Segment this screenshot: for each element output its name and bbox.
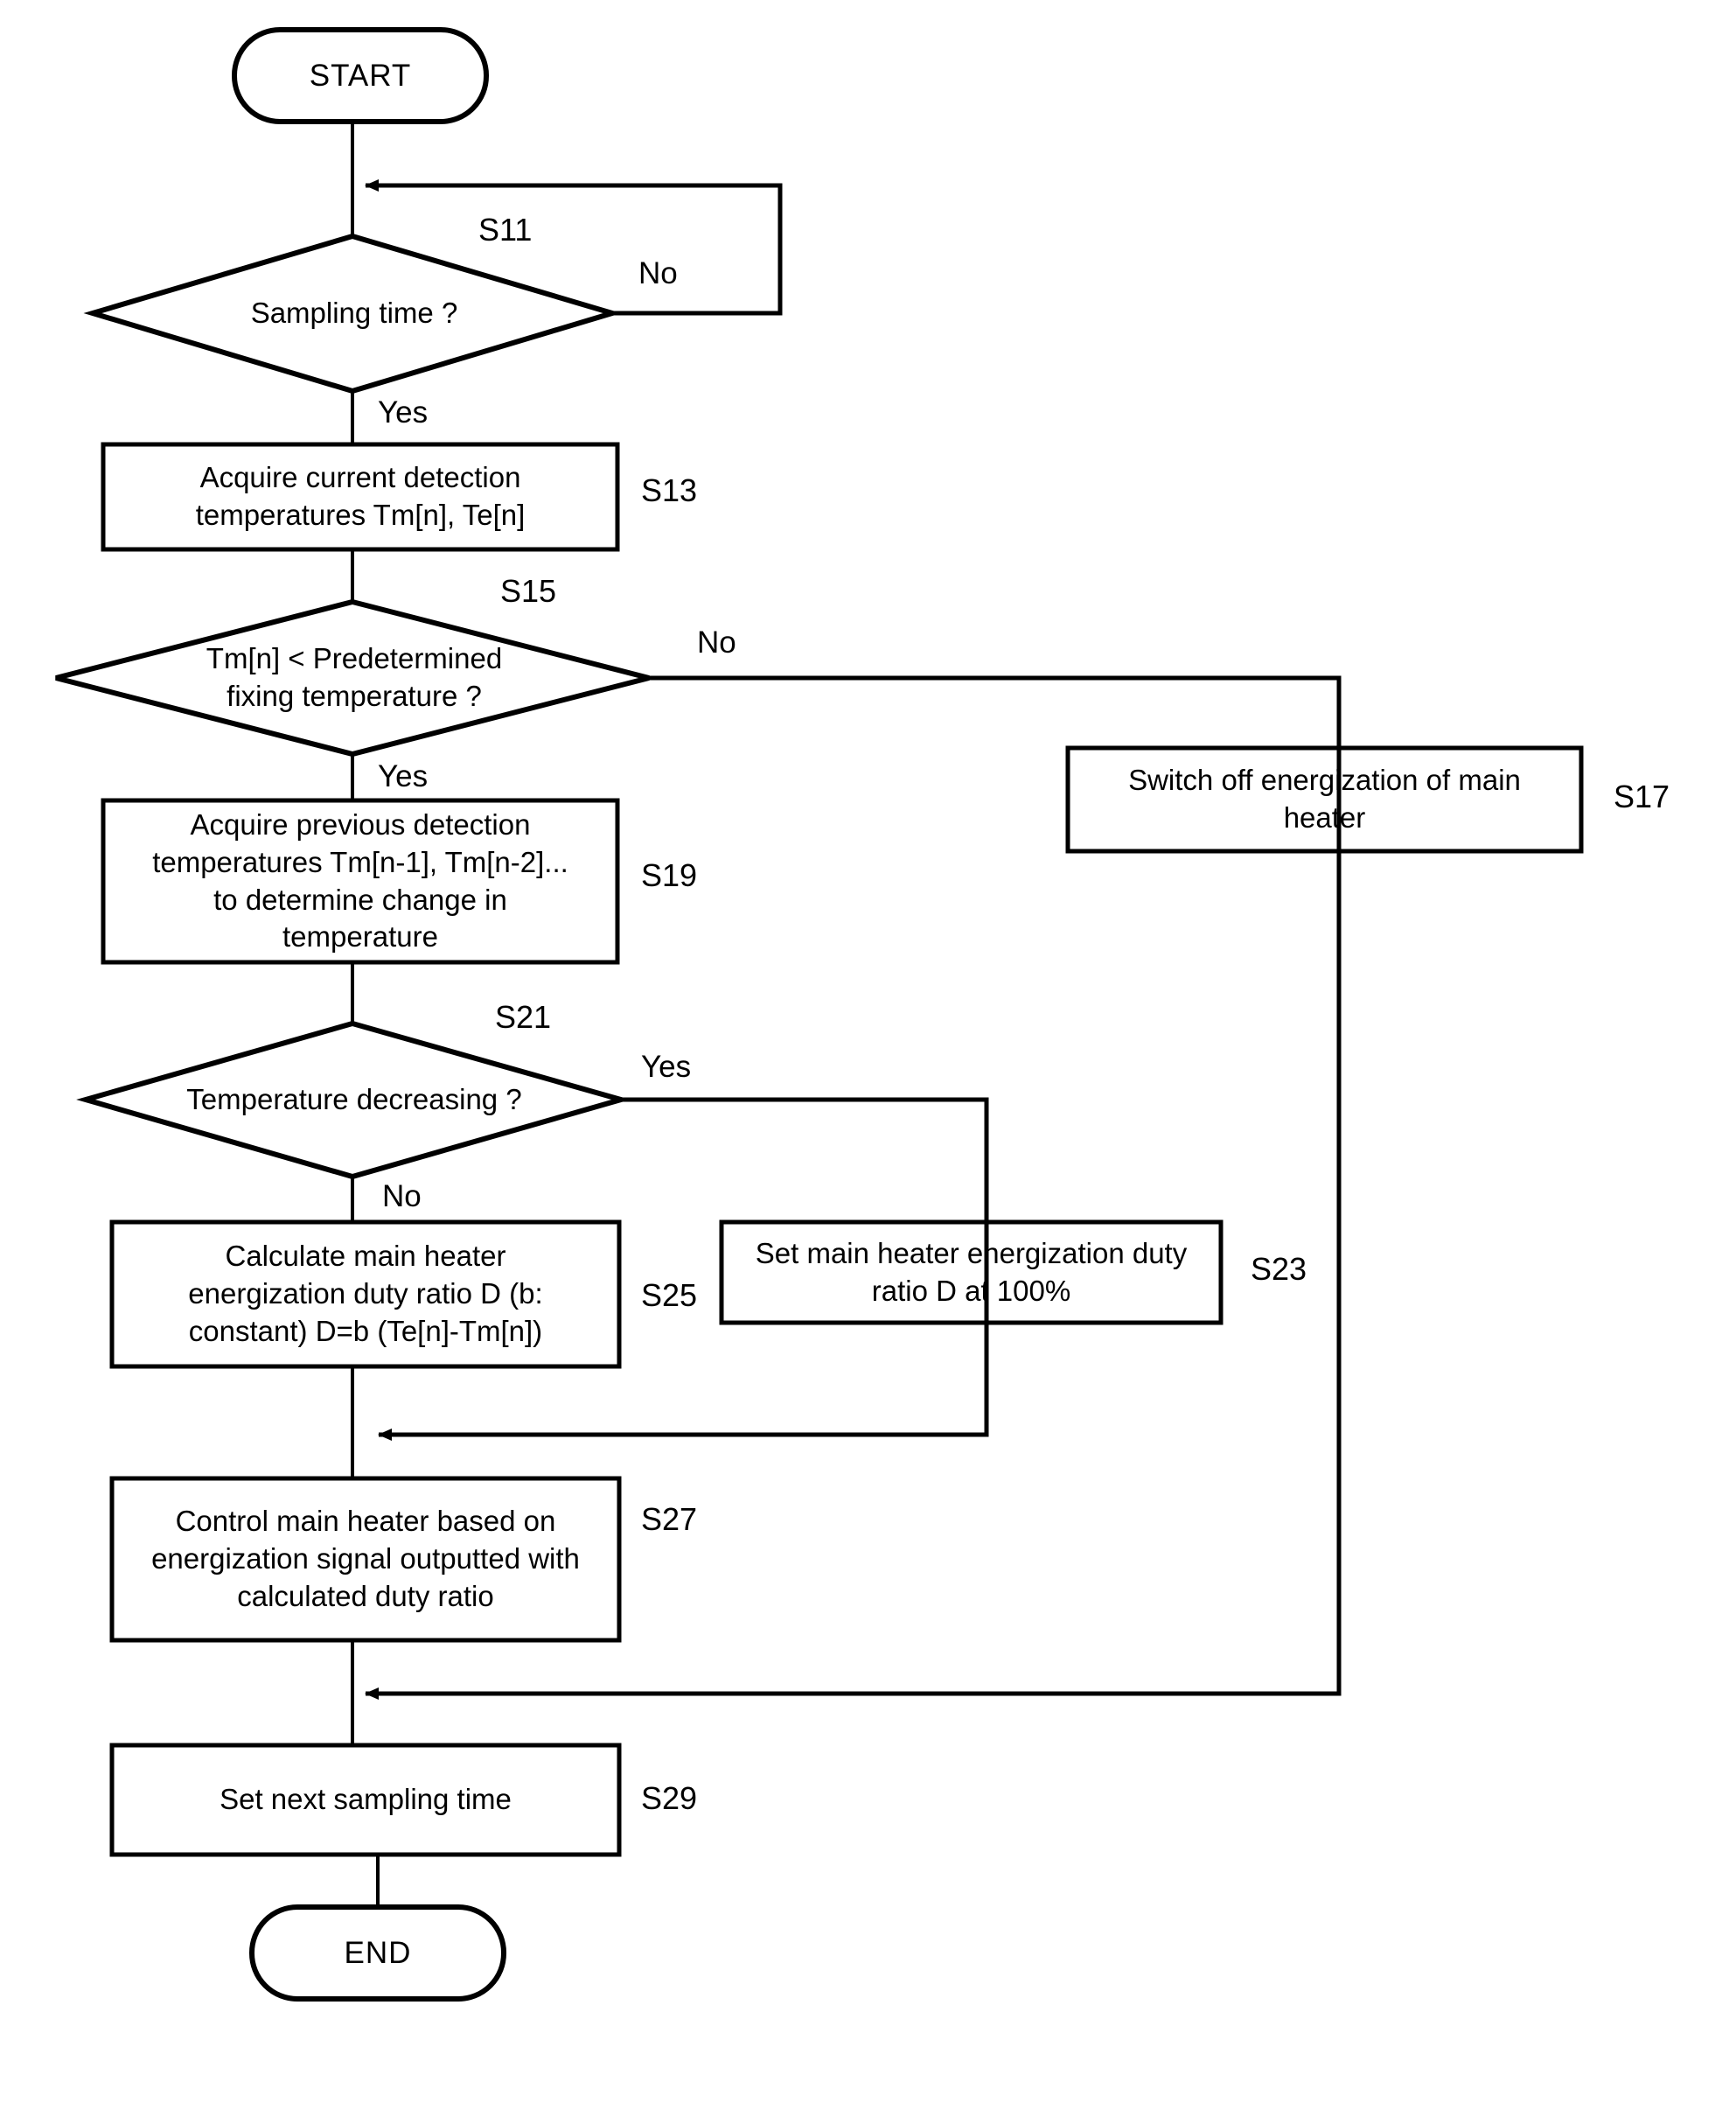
s17-process-shape: [1065, 745, 1584, 854]
s21-decision-shape: [76, 1020, 631, 1180]
s15-decision-shape: [55, 598, 650, 758]
s11-decision-shape: [83, 233, 622, 395]
s19-process-shape: [101, 798, 620, 965]
start-terminator-shape: [232, 27, 489, 124]
step-label-s27: S27: [641, 1501, 698, 1537]
s23-process-shape: [719, 1219, 1224, 1325]
edge-label-s11-no: No: [638, 256, 678, 290]
edge-label-s15-yes: Yes: [378, 759, 429, 793]
s29-process-shape: [109, 1743, 622, 1857]
step-label-s11: S11: [478, 212, 533, 248]
edge-label-s11-yes: Yes: [378, 395, 429, 430]
step-label-s23: S23: [1251, 1251, 1307, 1287]
s25-process-shape: [109, 1219, 622, 1369]
step-label-s13: S13: [641, 472, 698, 508]
end-terminator-shape: [249, 1904, 506, 2002]
edge-label-s15-no: No: [697, 625, 736, 660]
step-label-s25: S25: [641, 1277, 698, 1313]
edge-label-s21-yes: Yes: [641, 1050, 692, 1084]
step-label-s17: S17: [1614, 779, 1670, 814]
step-label-s21: S21: [495, 999, 552, 1035]
step-label-s29: S29: [641, 1780, 698, 1816]
s27-process-shape: [109, 1476, 622, 1643]
flowchart-canvas: START Sampling time ? Acquire current de…: [0, 0, 1736, 2103]
s13-process-shape: [101, 442, 620, 552]
flowchart-svg: [55, 27, 1584, 2002]
step-label-s19: S19: [641, 857, 698, 893]
edge-label-s21-no: No: [382, 1179, 422, 1213]
step-label-s15: S15: [500, 573, 557, 609]
